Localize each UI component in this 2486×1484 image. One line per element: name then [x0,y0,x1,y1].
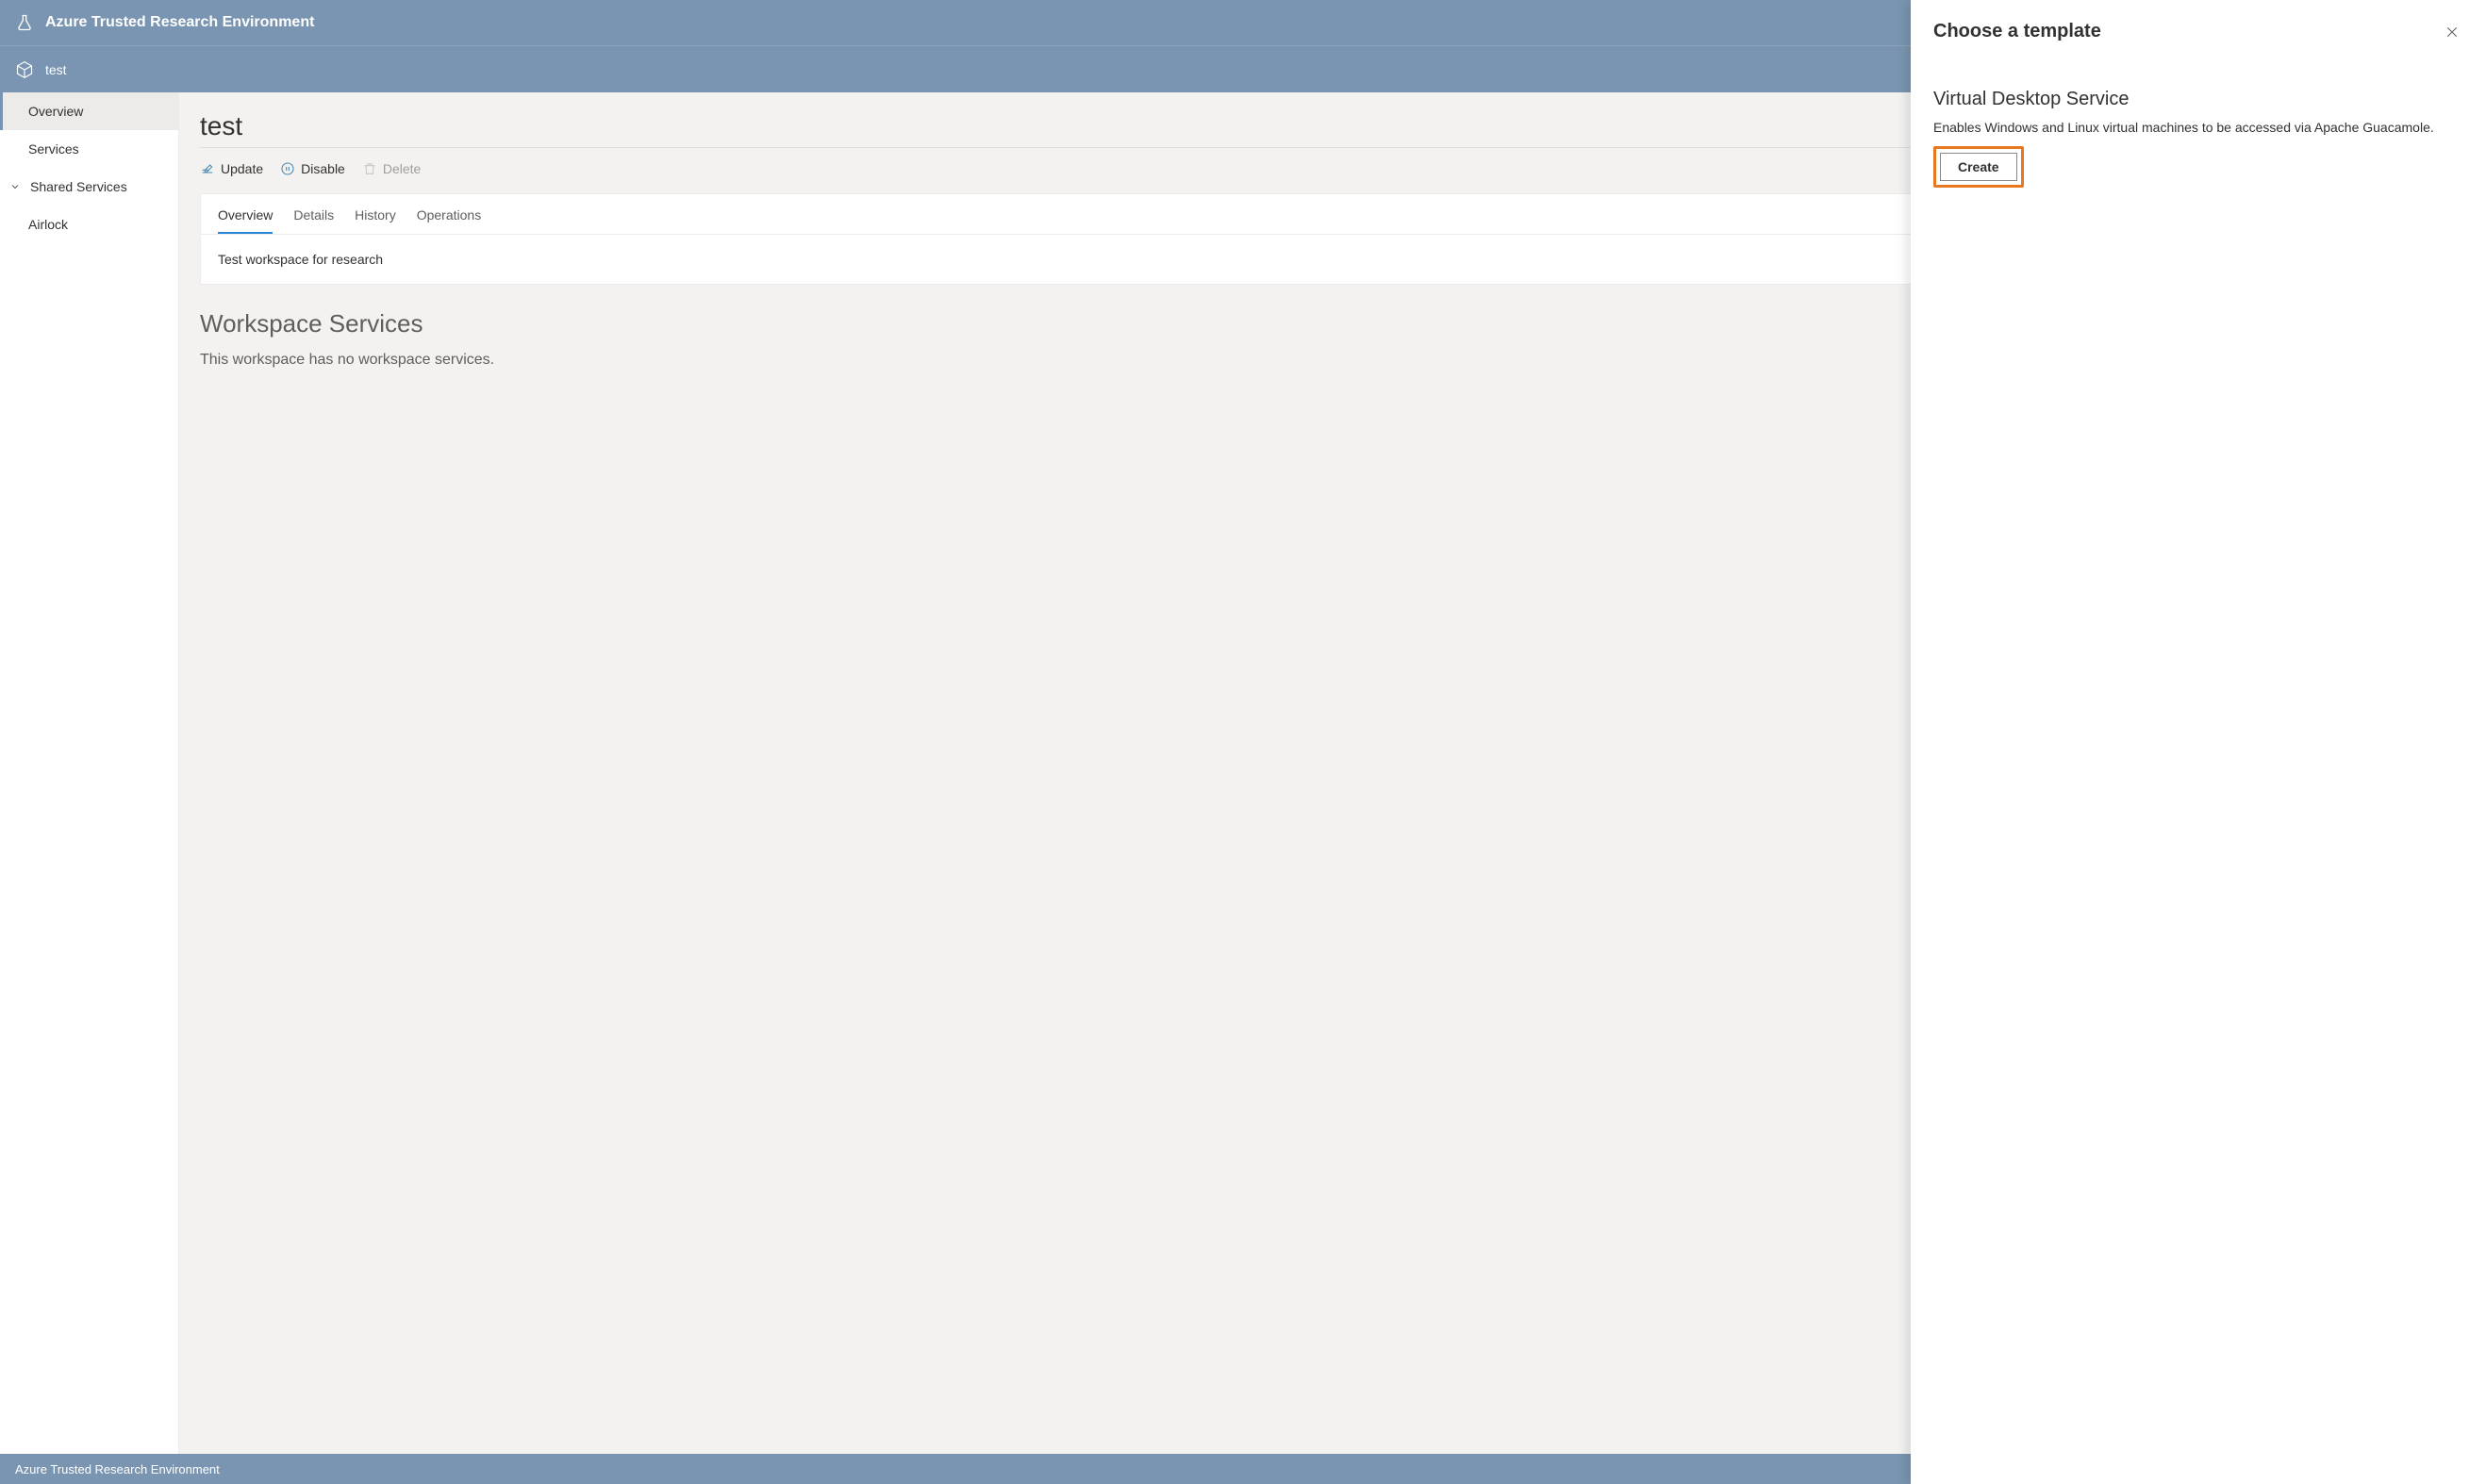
cmd-label: Update [221,161,263,176]
sidebar-item-label: Services [28,141,79,157]
create-highlight: Create [1933,146,2024,188]
cmd-label: Disable [301,161,345,176]
cmd-label: Delete [383,161,421,176]
pause-circle-icon [280,161,295,176]
sidebar-item-airlock[interactable]: Airlock [0,206,178,243]
update-button[interactable]: Update [200,161,263,176]
tab-label: History [355,207,396,223]
sidebar-item-services[interactable]: Services [0,130,178,168]
sidebar-item-label: Airlock [28,217,68,232]
disable-button[interactable]: Disable [280,161,345,176]
create-label: Create [1958,159,1999,174]
sidebar: Overview Services Shared Services Airloc… [0,92,179,1454]
template-description: Enables Windows and Linux virtual machin… [1933,120,2463,135]
close-icon [2445,25,2460,40]
sidebar-item-shared-services[interactable]: Shared Services [0,168,178,206]
chevron-down-icon [9,181,23,192]
delete-button: Delete [362,161,421,176]
flask-icon [15,13,34,32]
template-name: Virtual Desktop Service [1933,89,2463,110]
tab-label: Overview [218,207,273,223]
create-button[interactable]: Create [1940,153,2017,181]
sidebar-item-label: Shared Services [30,179,127,194]
close-button[interactable] [2441,21,2463,43]
edit-icon [200,161,215,176]
trash-icon [362,161,377,176]
tab-history[interactable]: History [355,207,396,234]
tab-operations[interactable]: Operations [417,207,481,234]
tab-details[interactable]: Details [293,207,334,234]
tab-overview[interactable]: Overview [218,207,273,234]
sidebar-item-label: Overview [28,104,83,119]
product-title: Azure Trusted Research Environment [45,14,314,31]
tab-label: Operations [417,207,481,223]
footer-text: Azure Trusted Research Environment [15,1462,220,1476]
sidebar-item-overview[interactable]: Overview [0,92,178,130]
workspace-icon [15,60,34,79]
template-panel: Choose a template Virtual Desktop Servic… [1911,0,2486,1484]
tab-label: Details [293,207,334,223]
breadcrumb-workspace[interactable]: test [45,62,67,77]
panel-title: Choose a template [1933,21,2101,42]
